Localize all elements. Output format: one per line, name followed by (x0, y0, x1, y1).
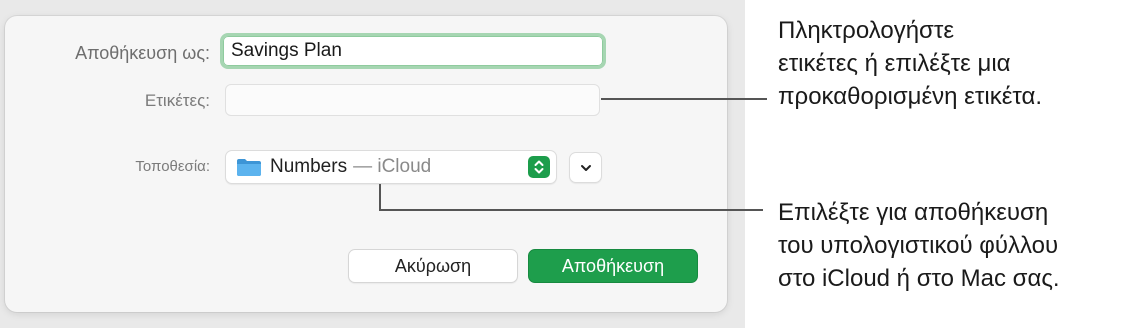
chevron-updown-icon (528, 156, 550, 178)
location-callout-line-1: Επιλέξτε για αποθήκευση (778, 199, 1049, 226)
tags-callout-line (601, 98, 767, 100)
tags-field[interactable] (225, 84, 600, 116)
screenshot: Αποθήκευση ως: Savings Plan Ετικέτες: Το… (0, 0, 1132, 328)
location-callout-line-vertical (379, 184, 381, 211)
location-folder-name: Numbers (270, 156, 348, 177)
save-as-field[interactable]: Savings Plan (220, 33, 606, 69)
folder-icon (236, 157, 262, 177)
tags-callout: Πληκτρολογήστε ετικέτες ή επιλέξτε μια π… (778, 14, 1128, 113)
location-callout: Επιλέξτε για αποθήκευση του υπολογιστικο… (778, 196, 1132, 295)
tags-callout-line-3: προκαθορισμένη ετικέτα. (778, 83, 1043, 110)
location-label: Τοποθεσία: (135, 158, 210, 175)
location-callout-line-3: στο iCloud ή στο Mac σας. (778, 265, 1060, 292)
tags-label: Ετικέτες: (144, 91, 210, 110)
chevron-down-icon (580, 159, 592, 177)
expand-button[interactable] (569, 152, 602, 183)
tags-callout-line-1: Πληκτρολογήστε (778, 17, 955, 44)
location-popup[interactable]: Numbers — iCloud (225, 150, 557, 184)
save-as-value: Savings Plan (231, 40, 342, 61)
location-callout-line-2: του υπολογιστικού φύλλου (778, 232, 1059, 259)
save-as-label: Αποθήκευση ως: (75, 43, 210, 63)
location-service: — iCloud (353, 156, 432, 177)
location-callout-line-horizontal (379, 209, 763, 211)
save-button[interactable]: Αποθήκευση (528, 249, 698, 283)
tags-callout-line-2: ετικέτες ή επιλέξτε μια (778, 50, 1011, 77)
cancel-button[interactable]: Ακύρωση (348, 249, 518, 283)
